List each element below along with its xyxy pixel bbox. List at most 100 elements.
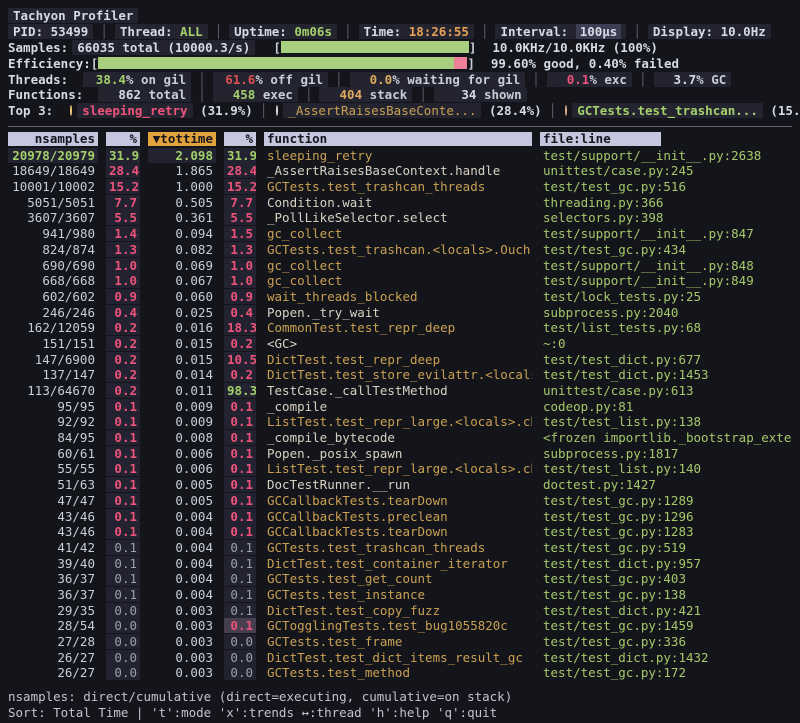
table-row: 28/540.00.0030.1GCTogglingTests.test_bug… <box>8 618 792 634</box>
pid-value: 53499 <box>51 24 89 39</box>
efficiency-row: Efficiency: [ ] 99.60% good, 0.40% faile… <box>8 55 792 71</box>
table-body: 20978/2097931.92.09831.9sleeping_retryte… <box>8 147 792 680</box>
cell-file-line: test/test_gc.py:138 <box>540 587 792 602</box>
efficiency-bar-good-fill <box>98 57 454 69</box>
cell-nsamples: 51/63 <box>8 477 98 492</box>
cell-nsamples: 162/12059 <box>8 320 98 335</box>
cell-tottime: 0.004 <box>148 540 216 555</box>
threads-suffix-1: % off gil <box>255 72 323 87</box>
cell-pct-cumulative: 10.5 <box>224 352 256 367</box>
separator-bar: │ <box>335 72 343 87</box>
info-segment-thread: Thread: ALL <box>115 24 208 39</box>
cell-pct-cumulative: 0.1 <box>224 477 256 492</box>
column-header-file_line[interactable]: file:line <box>540 132 661 146</box>
table-row: 47/470.10.0050.1GCCallbackTests.tearDown… <box>8 493 792 509</box>
cell-pct-direct: 0.4 <box>106 305 140 320</box>
threads-value-0: 38.4 <box>88 72 126 87</box>
bronze-medal-icon <box>565 105 567 116</box>
cell-pct-cumulative: 1.0 <box>224 258 256 273</box>
cell-nsamples: 20978/20979 <box>8 148 98 163</box>
threads-segment-4: 3.7% GC <box>654 72 732 87</box>
cell-pct-cumulative: 0.0 <box>224 634 256 649</box>
table-row: 84/950.10.0080.1_compile_bytecode<frozen… <box>8 430 792 446</box>
functions-suffix-2: stack <box>362 87 407 102</box>
separator-bar: │ <box>198 72 206 87</box>
efficiency-bar-close-bracket: ] <box>467 56 475 71</box>
table-row: 39/400.10.0040.1DictTest.test_container_… <box>8 555 792 571</box>
cell-function: GCTests.test_trashcan_threads <box>264 179 532 194</box>
functions-value-3: 34 <box>439 87 477 102</box>
efficiency-label: Efficiency: <box>8 56 91 71</box>
table-row: 147/69000.20.01510.5DictTest.test_repr_d… <box>8 351 792 367</box>
cell-tottime: 0.003 <box>148 618 216 633</box>
cell-pct-direct: 0.0 <box>106 603 140 618</box>
cell-function: DictTest.test_container_iterator <box>264 556 532 571</box>
efficiency-bar <box>98 57 467 69</box>
column-header-function[interactable]: function <box>264 132 532 146</box>
cell-nsamples: 41/42 <box>8 540 98 555</box>
cell-pct-direct: 1.0 <box>106 273 140 288</box>
cell-file-line: test/test_gc.py:1289 <box>540 493 792 508</box>
cell-pct-direct: 1.0 <box>106 258 140 273</box>
cell-pct-cumulative: 0.1 <box>224 587 256 602</box>
cell-file-line: subprocess.py:1817 <box>540 446 792 461</box>
table-row: 3607/36075.50.3615.5_PollLikeSelector.se… <box>8 210 792 226</box>
column-header-tottime[interactable]: ▼tottime <box>148 132 216 146</box>
efficiency-bar-open-bracket: [ <box>91 56 99 71</box>
cell-tottime: 0.067 <box>148 273 216 288</box>
cell-function: _compile_bytecode <box>264 430 532 445</box>
cell-nsamples: 36/37 <box>8 587 98 602</box>
cell-pct-direct: 0.1 <box>106 461 140 476</box>
column-header-pct_direct[interactable]: % <box>106 132 140 146</box>
cell-pct-direct: 0.1 <box>106 556 140 571</box>
cell-function: GCCallbackTests.tearDown <box>264 524 532 539</box>
cell-file-line: test/test_list.py:140 <box>540 461 792 476</box>
cell-nsamples: 941/980 <box>8 226 98 241</box>
cell-pct-cumulative: 31.9 <box>224 148 256 163</box>
cell-pct-cumulative: 0.1 <box>224 399 256 414</box>
cell-pct-cumulative: 0.1 <box>224 430 256 445</box>
cell-pct-direct: 0.1 <box>106 430 140 445</box>
threads-value-2: 0.0 <box>355 72 393 87</box>
cell-nsamples: 43/46 <box>8 509 98 524</box>
cell-function: Popen._posix_spawn <box>264 446 532 461</box>
separator-bar: │ <box>549 103 557 118</box>
cell-pct-cumulative: 0.1 <box>224 493 256 508</box>
cell-function: DictTest.test_copy_fuzz <box>264 603 532 618</box>
table-row: 10001/1000215.21.00015.2GCTests.test_tra… <box>8 179 792 195</box>
cell-function: GCTests.test_trashcan_threads <box>264 540 532 555</box>
cell-nsamples: 824/874 <box>8 242 98 257</box>
cell-pct-cumulative: 0.1 <box>224 446 256 461</box>
cell-file-line: test/lock_tests.py:25 <box>540 289 792 304</box>
footer-legend: nsamples: direct/cumulative (direct=exec… <box>8 689 792 705</box>
table-row: 60/610.10.0060.1Popen._posix_spawnsubpro… <box>8 445 792 461</box>
table-row: 113/646700.20.01198.3TestCase._callTestM… <box>8 383 792 399</box>
cell-function: DictTest.test_repr_deep <box>264 352 532 367</box>
cell-tottime: 0.025 <box>148 305 216 320</box>
app-title: Tachyon Profiler <box>8 8 138 23</box>
cell-pct-direct: 5.5 <box>106 210 140 225</box>
gold-medal-icon <box>70 105 72 116</box>
cell-nsamples: 602/602 <box>8 289 98 304</box>
cell-file-line: test/support/__init__.py:848 <box>540 258 792 273</box>
column-header-nsamples[interactable]: nsamples <box>8 132 98 146</box>
cell-nsamples: 28/54 <box>8 618 98 633</box>
top3-pct-2: (28.4%) <box>481 103 541 118</box>
functions-value-2: 404 <box>324 87 362 102</box>
samples-label: Samples: <box>8 40 68 55</box>
cell-function: GCTests.test_trashcan.<locals>.Ouch.... <box>264 242 532 257</box>
threads-segment-0: 38.4% on gil <box>83 72 191 87</box>
cell-pct-cumulative: 1.3 <box>224 242 256 257</box>
cell-pct-direct: 0.2 <box>106 352 140 367</box>
cell-nsamples: 43/46 <box>8 524 98 539</box>
cell-nsamples: 55/55 <box>8 461 98 476</box>
cell-tottime: 0.003 <box>148 665 216 680</box>
top3-pct-1: (31.9%) <box>193 103 253 118</box>
uptime-value: 0m06s <box>294 24 332 39</box>
column-header-pct_cum[interactable]: % <box>224 132 256 146</box>
header-panel: Tachyon Profiler PID: 53499│Thread: ALL│… <box>8 8 792 119</box>
functions-segment-2: 404 stack <box>319 87 412 102</box>
cell-pct-direct: 0.1 <box>106 524 140 539</box>
top3-entry-3: GCTests.test_trashcan... <box>572 103 763 118</box>
profiler-screen: Tachyon Profiler PID: 53499│Thread: ALL│… <box>0 0 800 720</box>
